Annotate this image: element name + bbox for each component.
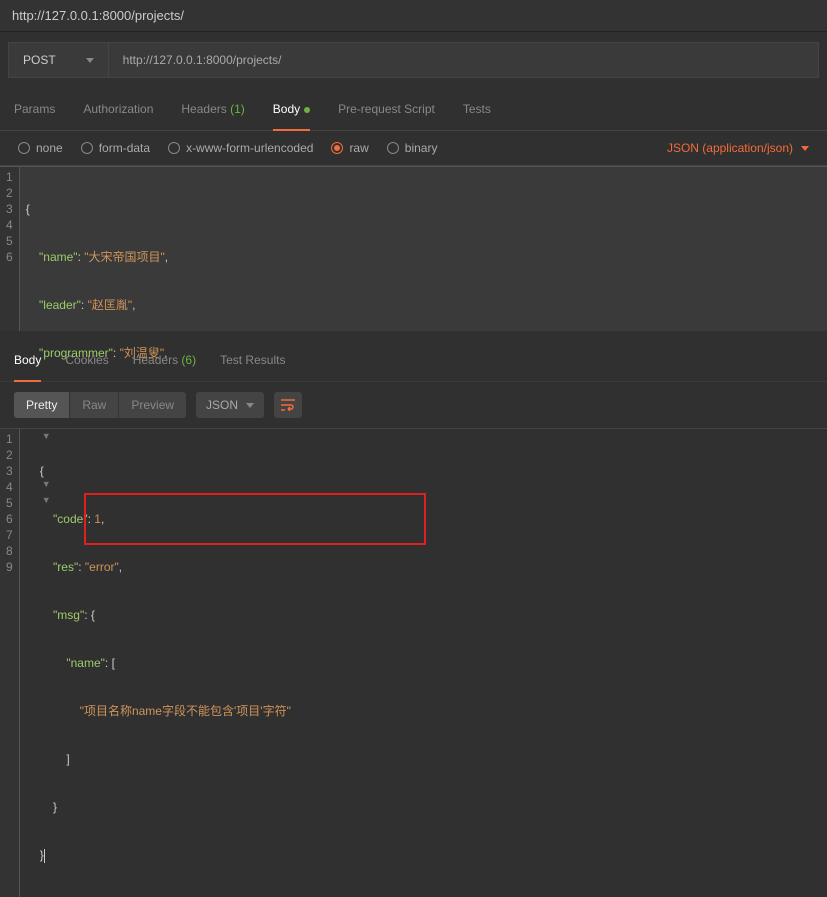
tab-tests[interactable]: Tests — [463, 98, 491, 120]
body-type-urlencoded[interactable]: x-www-form-urlencoded — [168, 141, 313, 155]
response-body-editor[interactable]: 123456789 ▼ ▼ ▼ { "code": 1, "res": "err… — [0, 428, 827, 897]
resp-tab-body[interactable]: Body — [14, 349, 41, 382]
request-url-input[interactable]: http://127.0.0.1:8000/projects/ — [109, 42, 819, 78]
request-row: POST http://127.0.0.1:8000/projects/ — [0, 32, 827, 88]
tab-prerequest[interactable]: Pre-request Script — [338, 98, 435, 120]
request-tabs: Params Authorization Headers (1) Body Pr… — [0, 88, 827, 131]
http-method-selector[interactable]: POST — [8, 42, 109, 78]
radio-icon — [18, 142, 30, 154]
radio-icon-selected — [331, 142, 343, 154]
tab-headers[interactable]: Headers (1) — [181, 98, 244, 120]
body-type-none[interactable]: none — [18, 141, 63, 155]
fold-toggle-icon[interactable]: ▼ — [42, 495, 51, 505]
radio-icon — [81, 142, 93, 154]
body-type-binary[interactable]: binary — [387, 141, 438, 155]
line-gutter: 123456 — [0, 167, 20, 331]
resp-tab-headers[interactable]: Headers (6) — [133, 349, 196, 371]
resp-tab-tests[interactable]: Test Results — [220, 349, 285, 371]
page-url-bar: http://127.0.0.1:8000/projects/ — [0, 0, 827, 32]
resp-tab-cookies[interactable]: Cookies — [65, 349, 108, 371]
chevron-down-icon — [801, 146, 809, 151]
fold-toggle-icon[interactable]: ▼ — [42, 431, 51, 441]
method-label: POST — [23, 53, 56, 67]
tab-body[interactable]: Body — [273, 98, 310, 131]
radio-icon — [168, 142, 180, 154]
wrap-toggle-button[interactable] — [274, 392, 302, 418]
chevron-down-icon — [86, 58, 94, 63]
chevron-down-icon — [246, 403, 254, 408]
view-preview[interactable]: Preview — [119, 392, 186, 418]
view-raw[interactable]: Raw — [70, 392, 119, 418]
resp-headers-count: (6) — [181, 353, 196, 367]
headers-count: (1) — [230, 102, 245, 116]
resp-line-gutter: 123456789 — [0, 429, 20, 897]
tab-authorization[interactable]: Authorization — [83, 98, 153, 120]
wrap-icon — [280, 399, 296, 411]
view-pretty[interactable]: Pretty — [14, 392, 70, 418]
body-type-raw[interactable]: raw — [331, 141, 368, 155]
fold-toggle-icon[interactable]: ▼ — [42, 479, 51, 489]
format-selector[interactable]: JSON — [196, 392, 264, 418]
view-mode-group: Pretty Raw Preview — [14, 392, 186, 418]
radio-icon — [387, 142, 399, 154]
body-type-row: none form-data x-www-form-urlencoded raw… — [0, 131, 827, 166]
request-body-editor[interactable]: 123456 { "name": "大宋帝国项目", "leader": "赵匡… — [0, 166, 827, 331]
tab-params[interactable]: Params — [14, 98, 55, 120]
content-type-selector[interactable]: JSON (application/json) — [667, 141, 809, 155]
resp-code-content: { "code": 1, "res": "error", "msg": { "n… — [34, 429, 297, 897]
body-type-formdata[interactable]: form-data — [81, 141, 150, 155]
code-content: { "name": "大宋帝国项目", "leader": "赵匡胤", "pr… — [20, 167, 174, 331]
body-indicator-dot — [304, 107, 310, 113]
